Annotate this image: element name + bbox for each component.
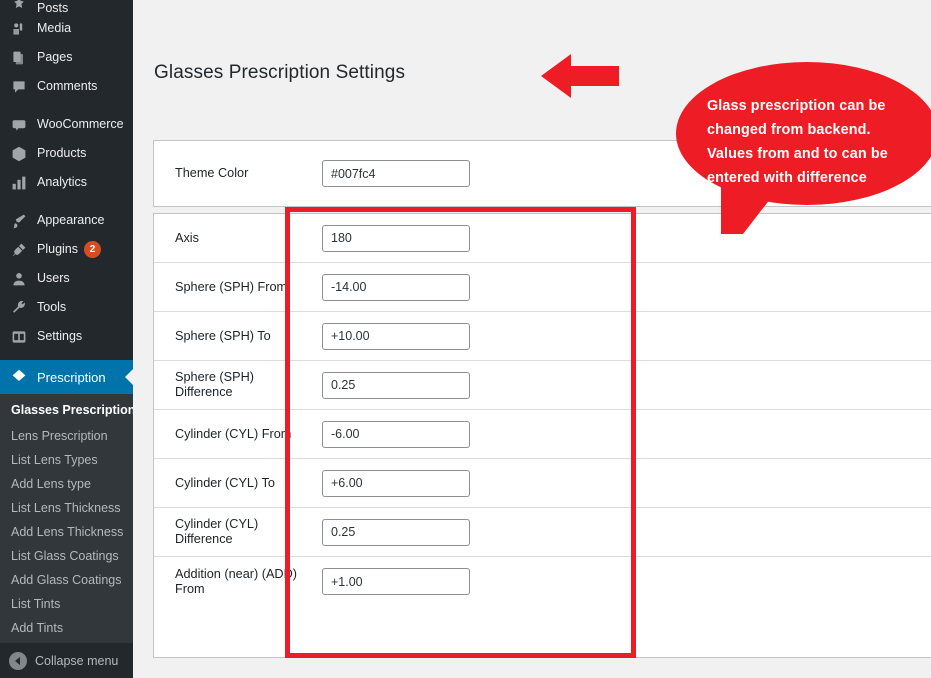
menu-separator: [0, 197, 133, 206]
submenu-item-list-tints[interactable]: List Tints: [0, 592, 133, 616]
sidebar-item-products[interactable]: Products: [0, 139, 133, 168]
sidebar-item-analytics[interactable]: Analytics: [0, 168, 133, 197]
sidebar-item-label: Comments: [37, 79, 98, 94]
field-input-axis[interactable]: [322, 224, 470, 252]
field-input-cylinder-cyl-difference[interactable]: [322, 518, 470, 546]
prescription-glasses-icon: [9, 367, 29, 387]
prescription-field-row: Cylinder (CYL) From: [154, 410, 931, 459]
sidebar-item-label: Analytics: [37, 175, 88, 190]
field-label: Cylinder (CYL) From: [175, 426, 292, 441]
field-label: Sphere (SPH) Difference: [175, 370, 254, 399]
sidebar-item-tools[interactable]: Tools: [0, 293, 133, 322]
submenu-item-glasses-prescription[interactable]: Glasses Prescription: [0, 400, 135, 424]
page-title: Glasses Prescription Settings: [154, 62, 406, 83]
collapse-menu-button[interactable]: Collapse menu: [0, 642, 133, 678]
callout-text: Glass prescription can be changed from b…: [707, 98, 888, 186]
users-icon: [9, 269, 29, 289]
submenu-item-add-tints[interactable]: Add Tints: [0, 616, 133, 640]
collapse-arrow-icon: [9, 651, 27, 670]
sidebar-item-settings[interactable]: Settings: [0, 322, 133, 351]
field-input-cylinder-cyl-from[interactable]: [322, 420, 470, 448]
red-arrow-annotation: [541, 54, 619, 98]
sidebar-item-media[interactable]: Media: [0, 14, 133, 43]
sidebar-item-label: Pages: [37, 50, 73, 65]
sidebar-item-label: Plugins: [37, 242, 78, 257]
sidebar-item-plugins[interactable]: Plugins 2: [0, 235, 133, 264]
field-label: Axis: [175, 230, 199, 245]
submenu-item-list-lens-thickness[interactable]: List Lens Thickness: [0, 496, 133, 520]
sidebar-item-label: Posts: [37, 0, 69, 14]
prescription-field-row: Sphere (SPH) From: [154, 263, 931, 312]
prescription-field-row: Sphere (SPH) To: [154, 312, 931, 361]
sidebar-item-label: Users: [37, 271, 70, 286]
menu-separator: [0, 351, 133, 360]
sidebar-item-label: WooCommerce: [37, 117, 124, 132]
callout-bubble-annotation: Glass prescription can be changed from b…: [676, 62, 931, 237]
menu-separator: [0, 101, 133, 110]
sidebar-submenu: Glasses Prescription Lens Prescription Lis…: [0, 394, 135, 648]
plugins-update-badge: 2: [84, 241, 101, 258]
field-label: Cylinder (CYL) To: [175, 475, 275, 490]
sidebar-item-users[interactable]: Users: [0, 264, 133, 293]
field-label: Sphere (SPH) From: [175, 279, 288, 294]
products-box-icon: [9, 144, 29, 164]
field-label: Cylinder (CYL) Difference: [175, 517, 259, 546]
submenu-item-add-lens-thickness[interactable]: Add Lens Thickness: [0, 520, 133, 544]
analytics-bars-icon: [9, 173, 29, 193]
sidebar-item-label: Media: [37, 21, 72, 36]
field-input-addition-near-add-from[interactable]: [322, 568, 470, 595]
tools-wrench-icon: [9, 298, 29, 318]
main-content: Glasses Prescription Settings Theme Colo…: [133, 0, 931, 678]
sidebar-item-label: Tools: [37, 300, 67, 315]
field-input-sphere-sph-to[interactable]: [322, 322, 470, 350]
screenshot-root: Posts Media Pages Comments WooCommerce Produc…: [0, 0, 931, 678]
prescription-settings-card: Axis Sphere (SPH) From Sphere (SPH) To Sphe…: [153, 213, 931, 658]
sidebar-item-woocommerce[interactable]: WooCommerce: [0, 110, 133, 139]
theme-color-input[interactable]: [322, 160, 470, 187]
submenu-item-add-lens-type[interactable]: Add Lens type: [0, 472, 133, 496]
prescription-field-row: Addition (near) (ADD) From: [154, 557, 931, 606]
sidebar-item-pages[interactable]: Pages: [0, 43, 133, 72]
sidebar-item-posts[interactable]: Posts: [0, 0, 133, 14]
sidebar-item-appearance[interactable]: Appearance: [0, 206, 133, 235]
submenu-item-add-glass-coatings[interactable]: Add Glass Coatings: [0, 568, 133, 592]
submenu-item-list-glass-coatings[interactable]: List Glass Coatings: [0, 544, 133, 568]
sidebar-menu-top: Posts Media Pages Comments WooCommerce Produc…: [0, 0, 134, 394]
sidebar-item-label: Appearance: [37, 213, 105, 228]
theme-color-label: Theme Color: [175, 166, 249, 180]
sidebar-item-comments[interactable]: Comments: [0, 72, 133, 101]
field-label: Addition (near) (ADD) From: [175, 566, 297, 596]
settings-sliders-icon: [9, 327, 29, 347]
prescription-field-row: Cylinder (CYL) To: [154, 459, 931, 508]
field-input-sphere-sph-difference[interactable]: [322, 371, 470, 399]
field-input-sphere-sph-from[interactable]: [322, 273, 470, 301]
pages-icon: [9, 48, 29, 68]
submenu-item-lens-prescription[interactable]: Lens Prescription: [0, 424, 133, 448]
field-label: Sphere (SPH) To: [175, 328, 271, 343]
prescription-field-row: Sphere (SPH) Difference: [154, 361, 931, 410]
submenu-item-list-lens-types[interactable]: List Lens Types: [0, 448, 133, 472]
admin-sidebar: Posts Media Pages Comments WooCommerce Produc…: [0, 0, 135, 678]
sidebar-item-label: Settings: [37, 329, 83, 344]
media-icon: [9, 19, 29, 39]
field-input-cylinder-cyl-to[interactable]: [322, 469, 470, 497]
sidebar-item-label: Prescription: [37, 369, 106, 385]
comments-icon: [9, 77, 29, 97]
woocommerce-icon: [9, 115, 29, 135]
sidebar-item-prescription[interactable]: Prescription: [0, 360, 134, 394]
plugins-plug-icon: [9, 240, 29, 260]
appearance-brush-icon: [9, 211, 29, 231]
sidebar-item-label: Products: [37, 146, 87, 161]
pin-icon: [9, 0, 29, 14]
prescription-field-row: Cylinder (CYL) Difference: [154, 508, 931, 557]
collapse-menu-label: Collapse menu: [35, 653, 119, 668]
